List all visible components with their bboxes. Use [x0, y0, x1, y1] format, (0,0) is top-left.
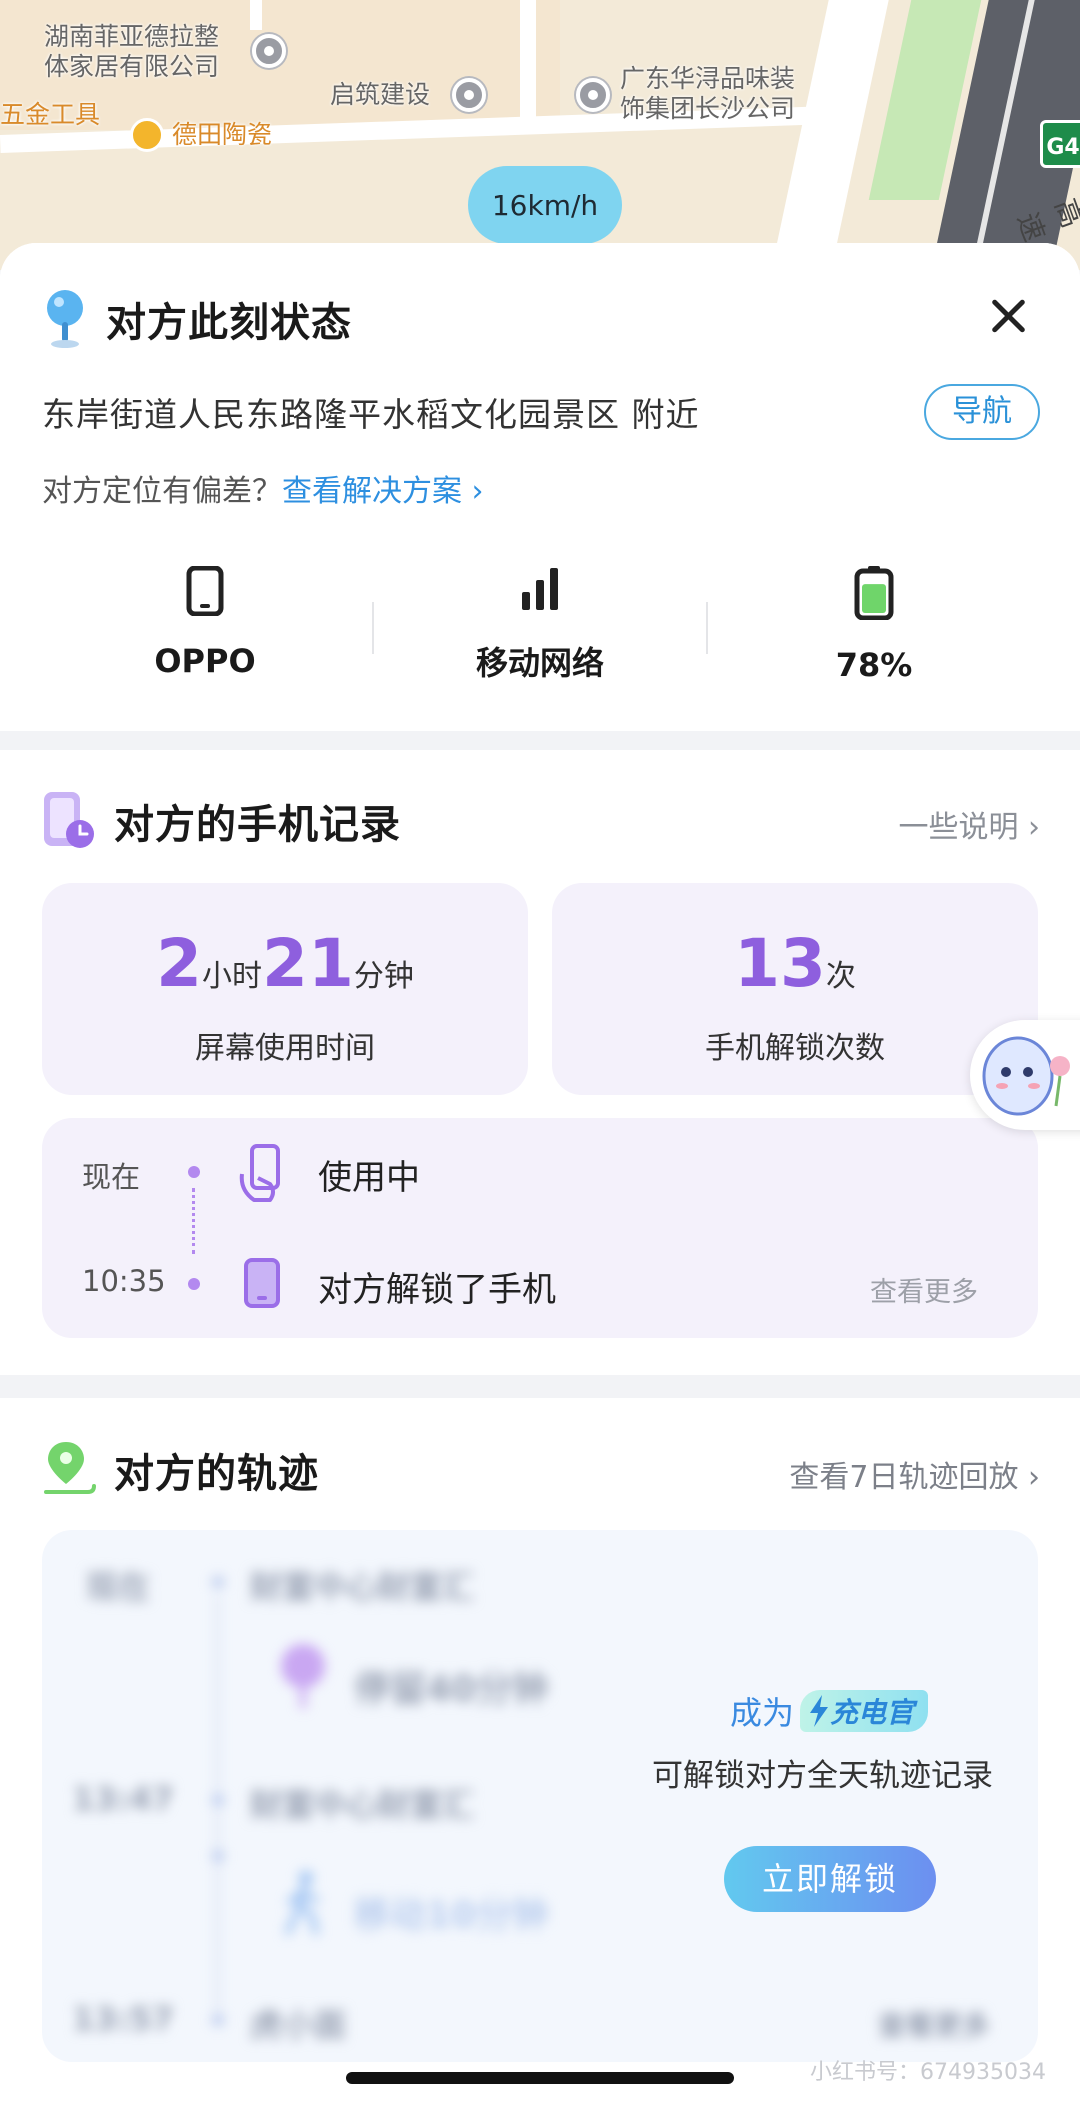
timeline-dot [188, 1278, 200, 1290]
vip-badge: 充电官 [800, 1690, 929, 1732]
battery-icon [854, 566, 894, 621]
timeline-dot [188, 1166, 200, 1178]
blurred-text: 停留40分钟 [354, 1669, 549, 1710]
location-pin-icon [47, 290, 83, 348]
screen-time-value: 2小时21分钟 [42, 925, 528, 1002]
solution-link[interactable]: 查看解决方案 › [282, 474, 484, 509]
device-stat: OPPO [55, 565, 355, 680]
track-title: 对方的轨迹 [114, 1451, 319, 1497]
map-poi-icon[interactable] [576, 78, 610, 112]
hours-unit: 小时 [202, 959, 263, 994]
stay-pin-icon [281, 1644, 325, 1708]
explanation-link[interactable]: 一些说明 › [898, 802, 1040, 846]
chevron-right-icon: › [1028, 1460, 1040, 1495]
blurred-text: 13:57 [72, 2000, 174, 2038]
timeline-time: 10:35 [82, 1264, 166, 1298]
unlock-count-value: 13次 [552, 925, 1038, 1002]
blurred-text: 财富中心财富汇 [250, 1568, 475, 1606]
unlock-unit: 次 [825, 959, 856, 994]
replay-7day-link[interactable]: 查看7日轨迹回放 › [789, 1452, 1040, 1496]
store-poi-icon[interactable] [130, 118, 164, 152]
record-title: 对方的手机记录 [114, 802, 401, 848]
deviation-row: 对方定位有偏差？查看解决方案 › [42, 466, 484, 510]
map-label: 启筑建设 [330, 80, 431, 109]
status-title: 对方此刻状态 [106, 300, 352, 346]
phone-icon [244, 1258, 280, 1308]
mascot-avatar-icon [982, 1036, 1070, 1116]
unlock-description: 可解锁对方全天轨迹记录 [652, 1758, 993, 1794]
see-more-link[interactable]: 查看更多 [870, 1270, 978, 1309]
track-dot [212, 1850, 224, 1862]
device-name: OPPO [154, 642, 256, 680]
section-gap [0, 1375, 1080, 1398]
screen-time-hours: 2 [156, 925, 203, 1002]
screen-time-minutes: 21 [262, 925, 354, 1002]
chevron-right-icon: › [471, 474, 484, 509]
unlock-count-card[interactable]: 13次 手机解锁次数 [552, 883, 1038, 1095]
battery-percent: 78% [835, 646, 913, 684]
phone-icon [186, 565, 224, 617]
section-gap [0, 731, 1080, 750]
blurred-text: 现在 [86, 1568, 151, 1606]
home-indicator[interactable] [346, 2072, 734, 2084]
unlock-prefix: 成为 [730, 1694, 795, 1732]
vip-tag-label: 充电官 [830, 1696, 915, 1729]
network-stat: 移动网络 [390, 566, 690, 684]
divider [372, 602, 374, 654]
network-name: 移动网络 [475, 644, 604, 682]
map-label: 德田陶瓷 [172, 120, 273, 149]
map-label: 湖南菲亚德拉整 [44, 22, 220, 51]
map-label: 五金工具 [0, 100, 101, 129]
close-icon[interactable] [988, 296, 1028, 336]
floating-mascot-button[interactable] [970, 1020, 1080, 1130]
blurred-text: 财富中心财富汇 [250, 1786, 475, 1824]
unlock-promo-title: 成为 充电官 [730, 1688, 929, 1734]
map-label: 饰集团长沙公司 [620, 94, 796, 123]
screen-time-label: 屏幕使用时间 [195, 1031, 375, 1066]
minutes-unit: 分钟 [353, 959, 414, 994]
blurred-track-content: 现在 财富中心财富汇 停留40分钟 13:47 财富中心财富汇 移动10分钟 1… [42, 1530, 1038, 2062]
map-view[interactable]: 湖南菲亚德拉整 体家居有限公司 启筑建设 广东华浔品味装 饰集团长沙公司 五金工… [0, 0, 1080, 270]
watermark: 小红书号：674935034 [810, 2060, 1046, 2085]
unlock-count-label: 手机解锁次数 [705, 1031, 885, 1066]
track-dot [212, 1794, 224, 1806]
screen-time-card[interactable]: 2小时21分钟 屏幕使用时间 [42, 883, 528, 1095]
divider [706, 602, 708, 654]
unlock-now-button[interactable]: 立即解锁 [724, 1846, 936, 1912]
blurred-text: 移动10分钟 [354, 1895, 549, 1936]
highway-badge: G4 [1040, 120, 1080, 168]
map-poi-icon[interactable] [452, 78, 486, 112]
map-poi-icon[interactable] [252, 34, 286, 68]
map-label: 广东华浔品味装 [620, 64, 796, 93]
track-dot [212, 1576, 224, 1588]
timeline-text: 使用中 [318, 1158, 420, 1198]
speed-badge: 16km/h [468, 166, 622, 244]
status-title-row: 对方此刻状态 [42, 288, 352, 350]
map-label: 体家居有限公司 [44, 52, 220, 81]
blurred-text: 虎小面 [250, 2006, 347, 2044]
track-title-row: 对方的轨迹 [42, 1440, 319, 1500]
navigate-button[interactable]: 导航 [924, 384, 1040, 440]
timeline-text: 对方解锁了手机 [318, 1270, 556, 1310]
lightning-icon [810, 1695, 829, 1727]
timeline-time: 现在 [82, 1160, 141, 1194]
unlock-count: 13 [734, 925, 826, 1002]
record-title-row: 对方的手机记录 [42, 790, 401, 852]
hand-phone-icon [239, 1144, 280, 1202]
walking-person-icon [285, 1871, 319, 1935]
blurred-text: 13:47 [72, 1780, 174, 1818]
track-preview-card: 现在 财富中心财富汇 停留40分钟 13:47 财富中心财富汇 移动10分钟 1… [42, 1530, 1038, 2062]
phone-clock-icon [44, 792, 94, 848]
timeline-connector [192, 1188, 195, 1254]
route-pin-icon [44, 1442, 96, 1494]
signal-bars-icon [522, 568, 558, 610]
activity-timeline-card[interactable]: 现在 使用中 10:35 对方解锁了手机 查看更多 [42, 1118, 1038, 1338]
battery-stat: 78% [724, 566, 1024, 684]
track-dot [212, 2014, 224, 2026]
blurred-text: 查看更多 [878, 2009, 991, 2042]
chevron-right-icon: › [1028, 810, 1040, 845]
location-address: 东岸街道人民东路隆平水稻文化园景区 附近 [42, 395, 700, 434]
deviation-question: 对方定位有偏差？ [42, 474, 282, 509]
